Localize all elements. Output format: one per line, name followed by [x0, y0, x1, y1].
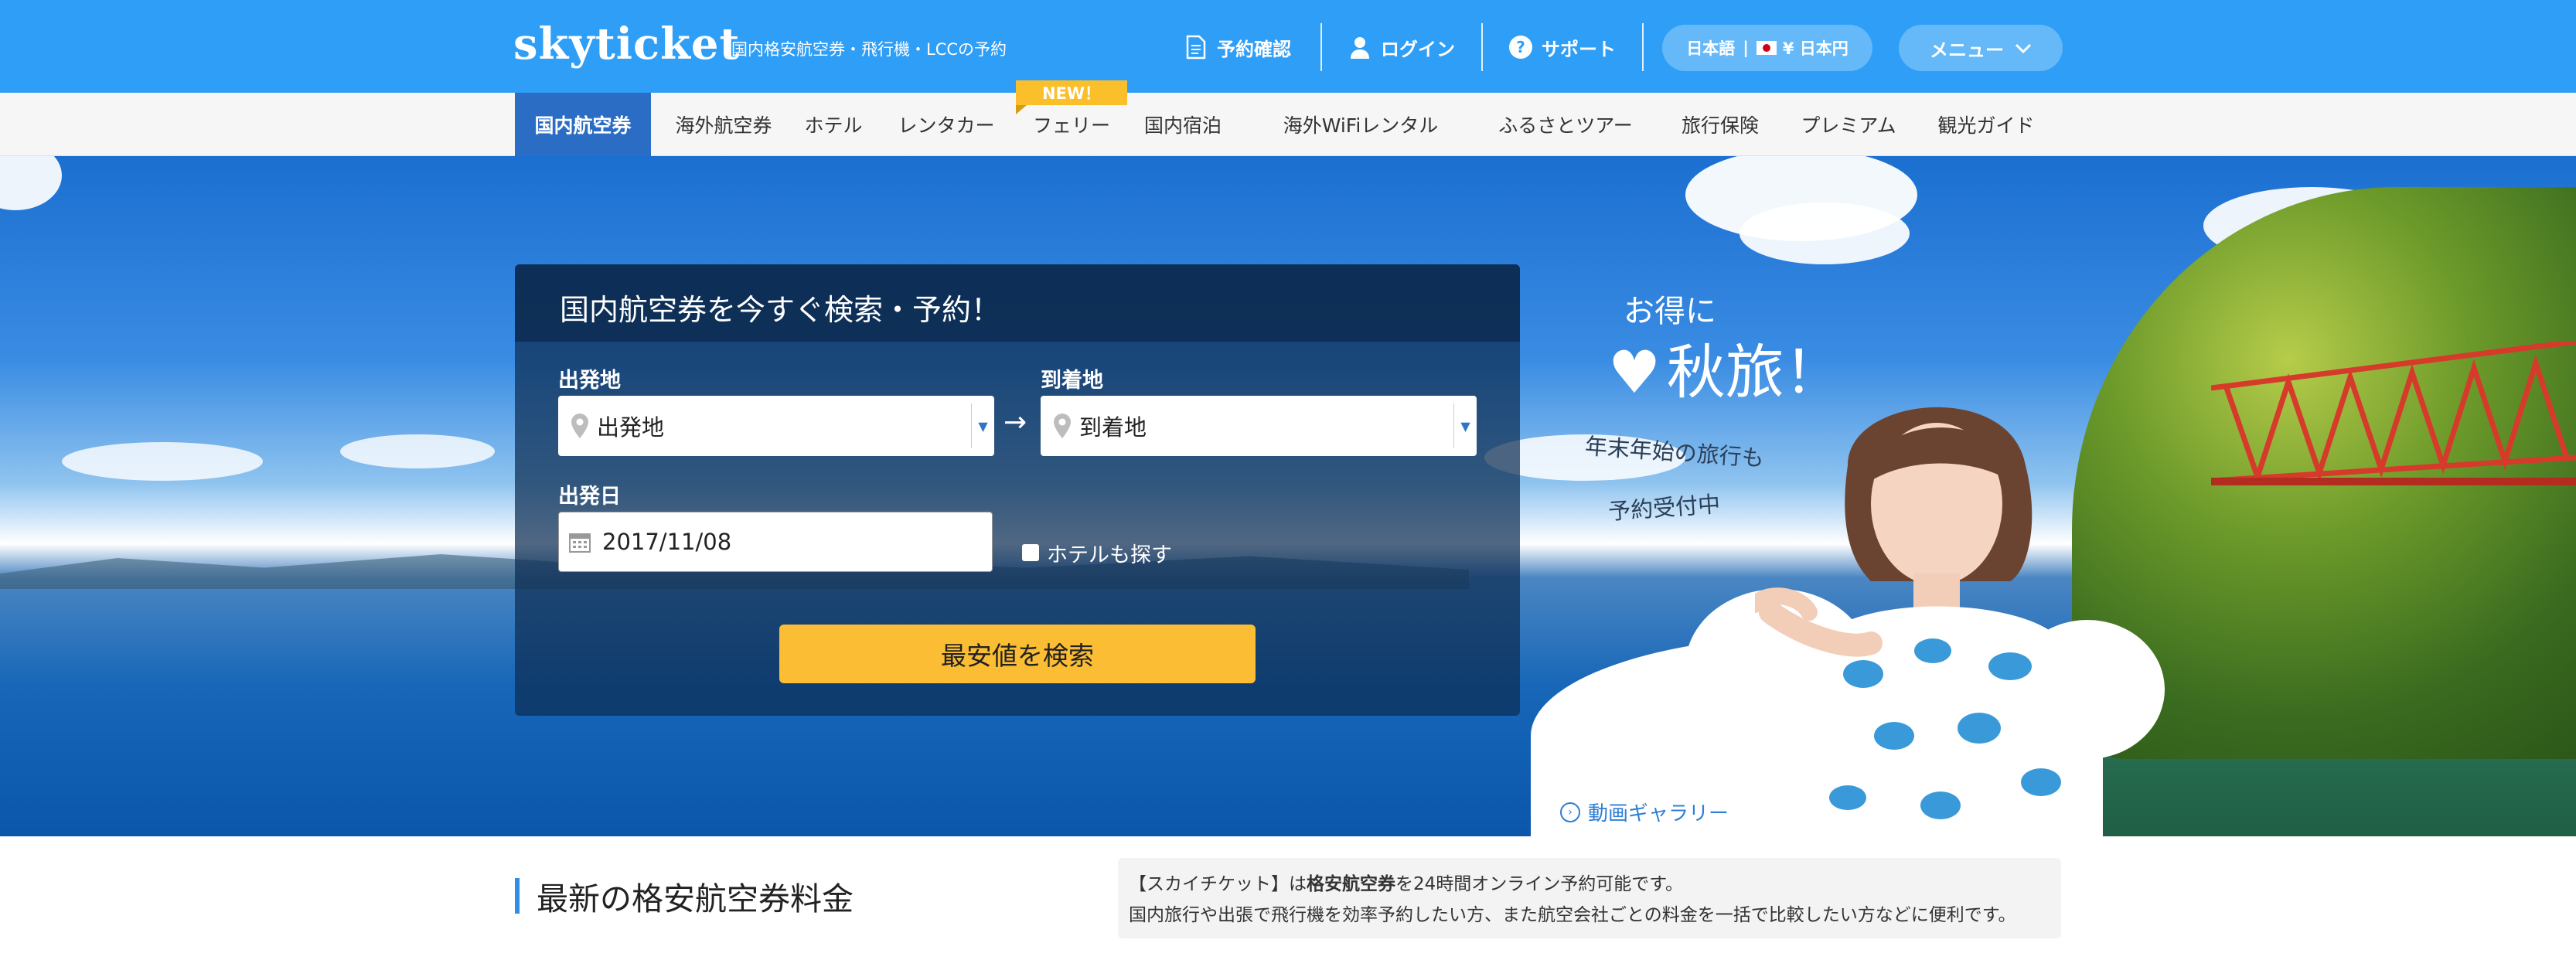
header-divider [1642, 23, 1644, 71]
calendar-icon [569, 533, 591, 553]
tab-furusato-tour[interactable]: ふるさとツアー [1492, 93, 1639, 156]
model-illustration [1755, 407, 2080, 836]
tab-rental-car[interactable]: レンタカー [886, 93, 1007, 156]
promo-text-4: 予約受付中 [1607, 490, 1722, 526]
location-pin-icon [1054, 414, 1071, 438]
tab-travel-insurance[interactable]: 旅行保険 [1670, 93, 1770, 156]
user-icon [1347, 34, 1373, 60]
tab-wifi-rental[interactable]: 海外WiFiレンタル [1260, 93, 1461, 156]
tab-sightseeing-guide[interactable]: 観光ガイド [1928, 93, 2044, 156]
cloud [1739, 203, 1910, 264]
cloud [340, 434, 495, 468]
chevron-right-circle-icon: › [1560, 802, 1580, 822]
cloud [62, 442, 263, 481]
cloud [0, 156, 62, 210]
hotel-checkbox-label[interactable]: ホテルも探す [1047, 538, 1172, 568]
red-bridge [2211, 342, 2576, 485]
svg-text:?: ? [1516, 38, 1525, 56]
tagline: 国内格安航空券・飛行機・LCCの予約 [731, 40, 1007, 59]
pill-separator: | [1743, 39, 1749, 57]
intro-box: 【スカイチケット】は格安航空券を24時間オンライン予約可能です。 国内旅行や出張… [1118, 858, 2061, 938]
new-badge: NEW！ [1016, 80, 1127, 114]
departure-date-input[interactable]: 2017/11/08 [558, 512, 993, 572]
hero-banner: 国内航空券を今すぐ検索・予約！ 出発地 出発地 ▼ 到着地 到着地 ▼ 出発日 … [0, 156, 2576, 836]
intro-line-2: 国内旅行や出張で飛行機を効率予約したい方、また航空会社ごとの料金を一括で比較した… [1129, 905, 2016, 925]
video-gallery-label: 動画ギャラリー [1588, 802, 1729, 826]
menu-label: メニュー [1930, 39, 2004, 61]
category-nav: 国内航空券 海外航空券 ホテル レンタカー フェリー 国内宿泊 海外WiFiレン… [0, 93, 2576, 156]
support-label: サポート [1542, 38, 1616, 60]
login-label: ログイン [1381, 38, 1455, 60]
currency-label: ¥ 日本円 [1782, 39, 1849, 58]
language-label: 日本語 [1686, 39, 1736, 58]
intro-bold: 格安航空券 [1307, 874, 1395, 894]
date-label: 出発日 [558, 485, 621, 509]
intro-suffix: を24時間オンライン予約可能です。 [1395, 874, 1683, 894]
support-link[interactable]: ? サポート [1508, 28, 1616, 66]
departure-value: 出発地 [597, 414, 665, 441]
route-arrow-icon: → [1003, 407, 1027, 438]
language-currency-selector[interactable]: 日本語 | ¥ 日本円 [1662, 25, 1872, 71]
panel-header: 国内航空券を今すぐ検索・予約！ [515, 264, 1520, 342]
tab-domestic-lodging[interactable]: 国内宿泊 [1136, 93, 1229, 156]
header-divider [1481, 23, 1483, 71]
tab-premium[interactable]: プレミアム [1791, 93, 1906, 156]
search-cheapest-button[interactable]: 最安値を検索 [779, 625, 1256, 683]
departure-select[interactable]: 出発地 ▼ [558, 396, 994, 456]
menu-button[interactable]: メニュー [1899, 25, 2063, 71]
hotel-checkbox[interactable] [1022, 544, 1039, 561]
intro-prefix: 【スカイチケット】は [1129, 874, 1307, 894]
dropdown-caret-icon: ▼ [1453, 403, 1477, 448]
document-icon [1183, 34, 1209, 60]
top-header: skyticket 国内格安航空券・飛行機・LCCの予約 予約確認 ログイン ?… [0, 0, 2576, 93]
header-divider [1320, 23, 1322, 71]
dropdown-caret-icon: ▼ [971, 403, 994, 448]
reservation-label: 予約確認 [1217, 38, 1291, 60]
panel-title: 国内航空券を今すぐ検索・予約！ [560, 293, 1001, 327]
departure-label: 出発地 [558, 369, 621, 393]
tab-hotel[interactable]: ホテル [796, 93, 871, 156]
chevron-down-icon [2015, 37, 2032, 59]
date-value: 2017/11/08 [602, 529, 732, 555]
video-gallery-link[interactable]: › 動画ギャラリー [1560, 798, 1729, 826]
logo[interactable]: skyticket [513, 19, 740, 70]
tab-domestic-flights[interactable]: 国内航空券 [515, 93, 651, 156]
intro-line-1: 【スカイチケット】は格安航空券を24時間オンライン予約可能です。 [1129, 869, 2050, 900]
help-icon: ? [1508, 34, 1534, 60]
login-link[interactable]: ログイン [1347, 28, 1455, 66]
location-pin-icon [571, 414, 588, 438]
reservation-link[interactable]: 予約確認 [1183, 28, 1291, 66]
japan-flag-icon [1756, 41, 1777, 55]
arrival-label: 到着地 [1041, 369, 1103, 393]
section-title: 最新の格安航空券料金 [515, 878, 854, 917]
arrival-select[interactable]: 到着地 ▼ [1041, 396, 1477, 456]
arrival-value: 到着地 [1079, 414, 1147, 441]
tab-international-flights[interactable]: 海外航空券 [666, 93, 781, 156]
